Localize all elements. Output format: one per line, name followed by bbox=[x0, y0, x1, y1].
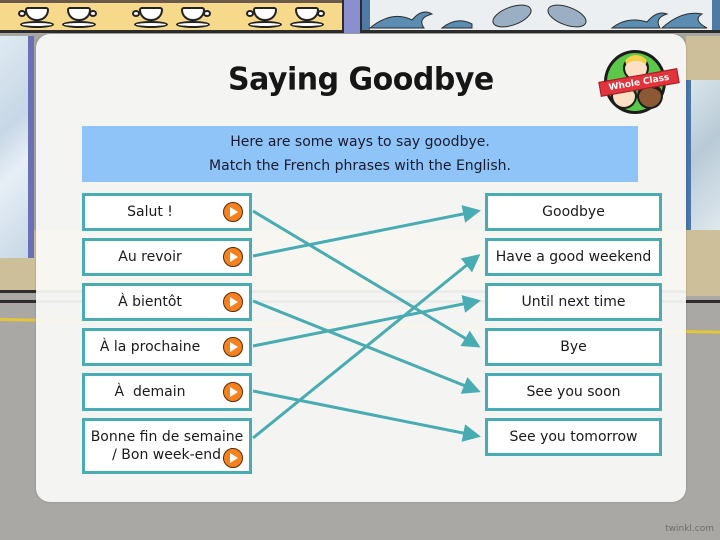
cafe-awning bbox=[0, 0, 342, 33]
french-phrase-label: Au revoir bbox=[118, 249, 182, 265]
watermark: twinkl.com bbox=[665, 524, 714, 534]
english-phrase-box[interactable]: Bye bbox=[485, 328, 662, 366]
french-phrase-label: À la prochaine bbox=[99, 339, 201, 355]
english-phrase-box[interactable]: See you tomorrow bbox=[485, 418, 662, 456]
waves-and-fish-decoration bbox=[368, 4, 708, 29]
play-audio-icon[interactable] bbox=[223, 247, 243, 267]
english-phrase-label: Bye bbox=[560, 339, 587, 355]
french-phrase-box[interactable]: À demain bbox=[82, 373, 252, 411]
instructions-banner: Here are some ways to say goodbye. Match… bbox=[82, 126, 638, 182]
teacup-icon bbox=[18, 4, 56, 30]
wave-icon bbox=[610, 12, 669, 29]
wave-icon bbox=[440, 20, 473, 29]
fish-icon bbox=[492, 4, 532, 28]
shop-window-right bbox=[686, 80, 720, 230]
play-audio-icon[interactable] bbox=[223, 292, 243, 312]
english-phrase-box[interactable]: Have a good weekend bbox=[485, 238, 662, 276]
fish-shop-awning bbox=[362, 0, 720, 33]
french-phrase-box[interactable]: Au revoir bbox=[82, 238, 252, 276]
french-phrase-box[interactable]: À la prochaine bbox=[82, 328, 252, 366]
whole-class-badge: Whole Class bbox=[598, 50, 680, 114]
instruction-line: Match the French phrases with the Englis… bbox=[209, 158, 511, 174]
instruction-line: Here are some ways to say goodbye. bbox=[230, 134, 490, 150]
teacup-icon bbox=[132, 4, 170, 30]
play-audio-icon[interactable] bbox=[223, 337, 243, 357]
fish-icon bbox=[547, 4, 587, 28]
english-phrase-label: Goodbye bbox=[542, 204, 605, 220]
shop-window-left bbox=[0, 36, 34, 258]
english-phrase-box[interactable]: Goodbye bbox=[485, 193, 662, 231]
french-phrase-label: À bientôt bbox=[118, 294, 182, 310]
teacup-icon bbox=[60, 4, 98, 30]
english-phrase-label: Until next time bbox=[521, 294, 626, 310]
french-phrase-box[interactable]: Bonne fin de semaine / Bon week-end bbox=[82, 418, 252, 474]
english-phrase-box[interactable]: Until next time bbox=[485, 283, 662, 321]
wave-icon bbox=[368, 11, 434, 29]
play-audio-icon[interactable] bbox=[223, 202, 243, 222]
shop-pillar bbox=[342, 0, 362, 33]
page-title: Saying Goodbye bbox=[228, 61, 494, 98]
french-phrase-label-line1: Bonne fin de semaine bbox=[90, 429, 244, 445]
english-phrase-box[interactable]: See you soon bbox=[485, 373, 662, 411]
play-audio-icon[interactable] bbox=[223, 382, 243, 402]
french-phrase-box[interactable]: À bientôt bbox=[82, 283, 252, 321]
teacup-decoration bbox=[18, 4, 330, 30]
teacup-icon bbox=[246, 4, 284, 30]
teacup-icon bbox=[174, 4, 212, 30]
wave-icon bbox=[660, 12, 708, 29]
french-phrase-box[interactable]: Salut ! bbox=[82, 193, 252, 231]
french-phrase-label: À demain bbox=[114, 384, 186, 400]
english-phrase-label: Have a good weekend bbox=[495, 249, 652, 265]
english-phrase-label: See you soon bbox=[526, 384, 621, 400]
french-phrase-label: Salut ! bbox=[127, 204, 173, 220]
teacup-icon bbox=[288, 4, 326, 30]
play-audio-icon[interactable] bbox=[223, 448, 243, 468]
english-phrase-label: See you tomorrow bbox=[509, 429, 638, 445]
